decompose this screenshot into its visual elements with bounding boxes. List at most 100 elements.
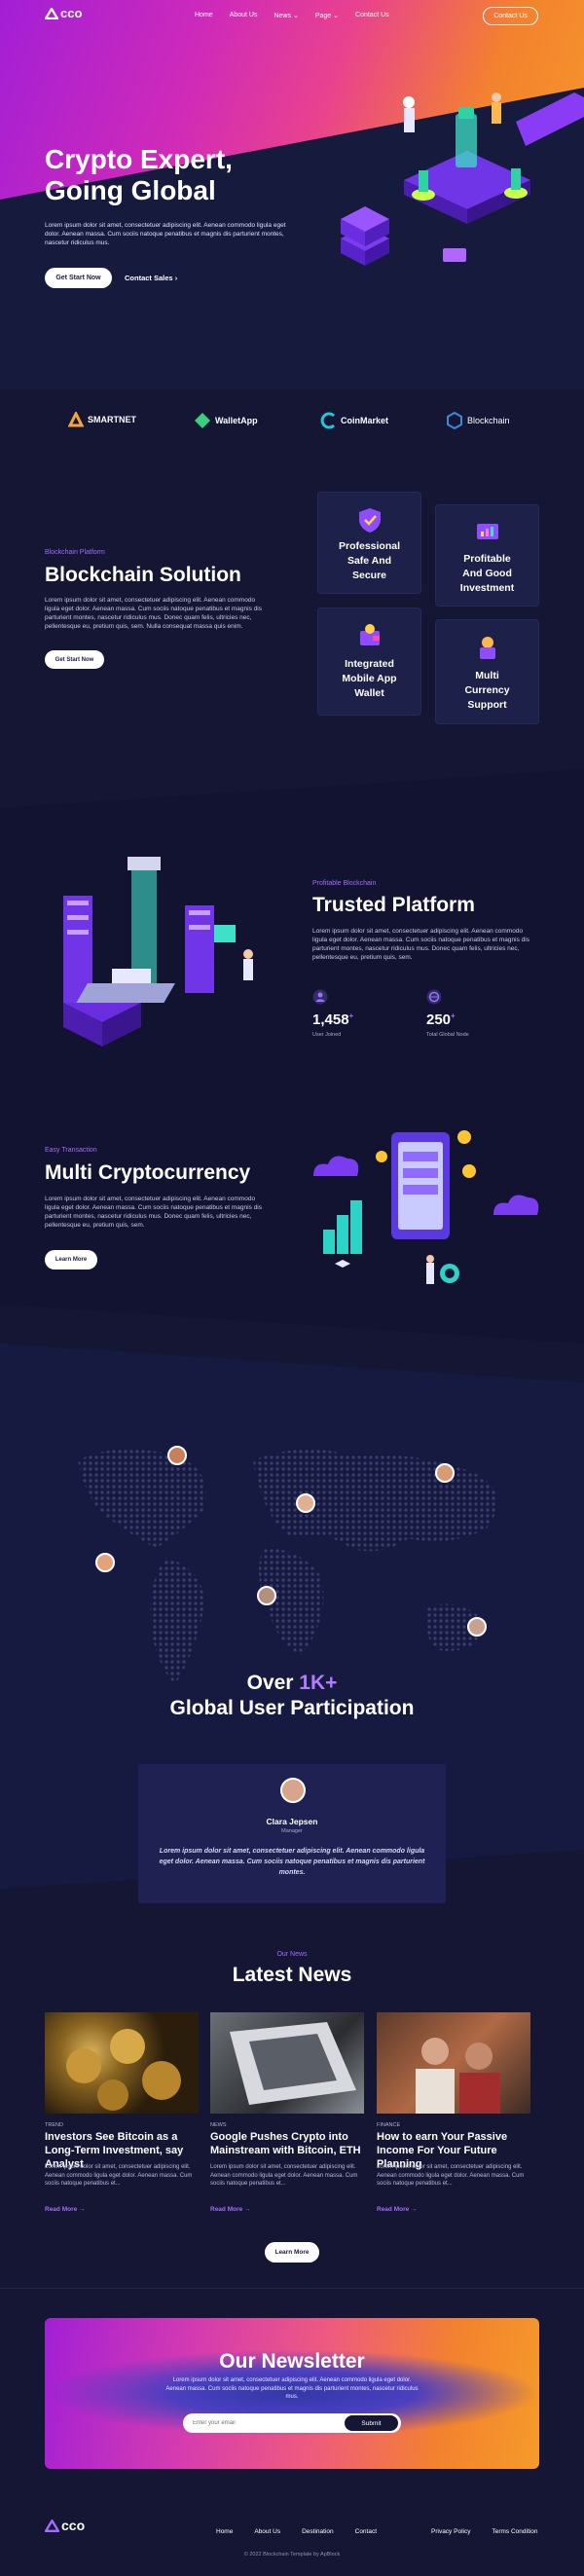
- user-avatar: [257, 1586, 276, 1605]
- currency-icon: [479, 637, 495, 659]
- newsletter-description: Lorem ipsum dolor sit amet, consectetuer…: [165, 2377, 419, 2400]
- stat-users-label: User Joined: [312, 1032, 342, 1038]
- partner-walletapp[interactable]: WalletApp: [194, 412, 258, 429]
- newsletter-card: Our Newsletter Lorem ipsum dolor sit ame…: [45, 2318, 539, 2469]
- partner-blockchain[interactable]: Blockchain: [446, 412, 510, 429]
- arrow-right-icon: →: [79, 2206, 86, 2213]
- hero-title-line2: Going Global: [45, 175, 216, 205]
- people-icon: [416, 2038, 500, 2114]
- global-title-line2: Global User Participation: [169, 1697, 415, 1719]
- multi-eyebrow: Easy Transaction: [45, 1147, 97, 1154]
- nav-about[interactable]: About Us: [230, 12, 258, 19]
- footer-link-home[interactable]: Home: [216, 2528, 233, 2535]
- shield-icon: [358, 508, 381, 533]
- logo-a-icon: [45, 2519, 59, 2532]
- news-read-more[interactable]: Read More →: [210, 2206, 251, 2213]
- laptop-icon: [230, 2022, 356, 2105]
- read-more-label: Read More: [210, 2206, 243, 2213]
- nav-home[interactable]: Home: [195, 12, 213, 19]
- read-more-label: Read More: [377, 2206, 410, 2213]
- hero-title-line1: Crypto Expert,: [45, 144, 233, 174]
- footer-legal: Privacy Policy Terms Condition: [431, 2528, 537, 2535]
- blockchain-logo-icon: [447, 412, 462, 429]
- news-image-couple[interactable]: [377, 2012, 530, 2114]
- news-read-more[interactable]: Read More →: [377, 2206, 418, 2213]
- nav-page[interactable]: Page ⌄: [315, 12, 339, 19]
- global-count: 1K+: [299, 1672, 338, 1694]
- submit-button[interactable]: Submit: [345, 2415, 398, 2431]
- globe-icon: [426, 989, 442, 1005]
- partner-smartnet[interactable]: SMARTNET: [68, 412, 136, 427]
- smartnet-logo-icon: [68, 412, 84, 427]
- hero-title: Crypto Expert, Going Global: [45, 144, 298, 206]
- news-title: Latest News: [232, 1964, 352, 1986]
- news-category: NEWS: [210, 2122, 227, 2128]
- testimonial-name: Clara Jepsen: [266, 1817, 318, 1826]
- news-excerpt: Lorem ipsum dolor sit amet, consectetuer…: [377, 2164, 525, 2187]
- footer-link-terms[interactable]: Terms Condition: [492, 2528, 537, 2535]
- blockchain-title: Blockchain Solution: [45, 564, 241, 586]
- footer-link-privacy[interactable]: Privacy Policy: [431, 2528, 470, 2535]
- nav-news[interactable]: News ⌄: [274, 12, 298, 19]
- nav-news-label: News: [274, 13, 291, 19]
- partner-name: CoinMarket: [341, 416, 389, 425]
- feature-label: Profitable And Good Investment: [459, 553, 515, 594]
- testimonial-role: Manager: [281, 1828, 303, 1834]
- walletapp-logo-icon: [195, 413, 210, 428]
- footer-link-about[interactable]: About Us: [254, 2528, 280, 2535]
- hero-isometric-illustration: [341, 92, 584, 266]
- feature-card-wallet: Integrated Mobile App Wallet: [317, 607, 421, 716]
- stat-suffix: +: [348, 1012, 354, 1020]
- main-nav: Home About Us News ⌄ Page ⌄ Contact Us: [195, 12, 389, 19]
- testimonial-avatar: [280, 1778, 306, 1803]
- news-category: FINANCE: [377, 2122, 401, 2128]
- footer-logo[interactable]: cco: [45, 2518, 85, 2533]
- trusted-description: Lorem ipsum dolor sit amet, consectetuer…: [312, 928, 529, 961]
- arrow-right-icon: →: [411, 2206, 418, 2213]
- news-image-laptop[interactable]: [210, 2012, 364, 2114]
- logo-a-icon: [45, 7, 58, 19]
- divider: [0, 2288, 584, 2289]
- bitcoin-coins-icon: [66, 2029, 181, 2111]
- newsletter-form: Submit: [183, 2413, 401, 2433]
- footer-link-contact[interactable]: Contact: [355, 2528, 377, 2535]
- stat-value: 1,458: [312, 1012, 349, 1028]
- get-started-button[interactable]: Get Start Now: [45, 268, 112, 288]
- user-avatar: [467, 1617, 487, 1637]
- chevron-down-icon: ⌄: [333, 13, 340, 19]
- news-image-bitcoin[interactable]: [45, 2012, 199, 2114]
- nav-page-label: Page: [314, 13, 332, 19]
- feature-label: Professional Safe And Secure: [338, 540, 401, 581]
- multi-crypto-illustration: [313, 1130, 539, 1284]
- nav-contact[interactable]: Contact Us: [355, 12, 389, 19]
- global-title: Over 1K+ Global User Participation: [0, 1671, 584, 1721]
- stat-users-value: 1,458+: [312, 1012, 353, 1028]
- investment-icon: [476, 524, 498, 539]
- multi-title: Multi Cryptocurrency: [45, 1161, 251, 1184]
- news-excerpt: Lorem ipsum dolor sit amet, consectetuer…: [45, 2164, 193, 2187]
- feature-card-secure: Professional Safe And Secure: [317, 492, 421, 594]
- news-headline[interactable]: Google Pushes Crypto into Mainstream wit…: [210, 2130, 368, 2157]
- news-read-more[interactable]: Read More →: [45, 2206, 86, 2213]
- contact-sales-link[interactable]: Contact Sales ›: [125, 274, 177, 282]
- coinmarket-logo-icon: [320, 412, 336, 429]
- news-learn-more-button[interactable]: Learn More: [265, 2242, 319, 2263]
- partner-coinmarket[interactable]: CoinMarket: [319, 412, 388, 429]
- blockchain-description: Lorem ipsum dolor sit amet, consectetuer…: [45, 597, 262, 630]
- trusted-title: Trusted Platform: [312, 894, 475, 916]
- news-eyebrow: Our News: [276, 1951, 308, 1958]
- feature-card-currency: Multi Currency Support: [435, 619, 539, 724]
- stat-nodes-value: 250+: [426, 1012, 456, 1028]
- blockchain-get-started-button[interactable]: Get Start Now: [45, 650, 104, 669]
- stat-nodes-label: Total Global Node: [426, 1032, 469, 1038]
- learn-more-button[interactable]: Learn More: [45, 1250, 97, 1270]
- global-prefix: Over: [246, 1672, 294, 1694]
- brand-logo[interactable]: cco: [45, 6, 82, 20]
- partner-name: Blockchain: [467, 416, 510, 425]
- arrow-right-icon: ›: [174, 274, 178, 282]
- footer-link-destination[interactable]: Destination: [302, 2528, 334, 2535]
- user-avatar: [435, 1463, 455, 1483]
- contact-us-button[interactable]: Contact Us: [483, 7, 538, 25]
- blockchain-eyebrow: Blockchain Platform: [45, 549, 105, 556]
- email-input[interactable]: [193, 2417, 329, 2429]
